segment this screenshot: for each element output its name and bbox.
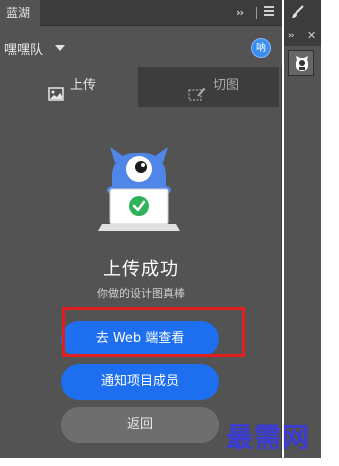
monster-icon xyxy=(296,56,308,71)
expand-icon[interactable]: ›› xyxy=(288,31,295,41)
watermark-logo: 最需网 xyxy=(226,423,310,454)
mode-tabs: 上传 切图 xyxy=(4,67,279,107)
slice-icon xyxy=(188,79,206,117)
highlight-annotation xyxy=(62,307,245,357)
collapse-icon[interactable]: ›› xyxy=(236,6,244,19)
side-top-bar xyxy=(284,0,321,26)
tab-upload-label: 上传 xyxy=(70,78,97,93)
divider xyxy=(256,7,257,19)
brush-icon[interactable] xyxy=(291,4,305,23)
team-name[interactable]: 嘿嘿队 xyxy=(4,39,43,58)
panel-menu-icon[interactable] xyxy=(264,6,274,18)
back-button[interactable]: 返回 xyxy=(61,407,219,443)
tab-slice-label: 切图 xyxy=(213,78,240,93)
tab-slice[interactable]: 切图 xyxy=(138,67,279,107)
avatar[interactable]: 呐 xyxy=(251,38,271,58)
team-selector[interactable]: 嘿嘿队 xyxy=(0,27,282,67)
lanhu-panel: 蓝湖 ›› 嘿嘿队 呐 上传 切图 上传成功 你做的设计图真棒 去 Web 端查… xyxy=(0,0,282,458)
lanhu-plugin-button[interactable] xyxy=(288,50,314,76)
notify-members-button[interactable]: 通知项目成员 xyxy=(61,364,219,400)
success-subtitle: 你做的设计图真棒 xyxy=(97,287,185,300)
image-icon xyxy=(48,79,64,117)
upload-success-illustration xyxy=(96,143,182,239)
side-toolbar: ›› ✕ xyxy=(284,0,321,458)
close-icon[interactable]: ✕ xyxy=(307,29,316,42)
success-title: 上传成功 xyxy=(103,259,179,280)
chevron-down-icon[interactable] xyxy=(55,45,65,51)
panel-tab-lanhu[interactable]: 蓝湖 xyxy=(0,0,40,26)
panel-tab-bar: 蓝湖 ›› xyxy=(0,0,282,26)
tab-upload[interactable]: 上传 xyxy=(4,67,138,107)
